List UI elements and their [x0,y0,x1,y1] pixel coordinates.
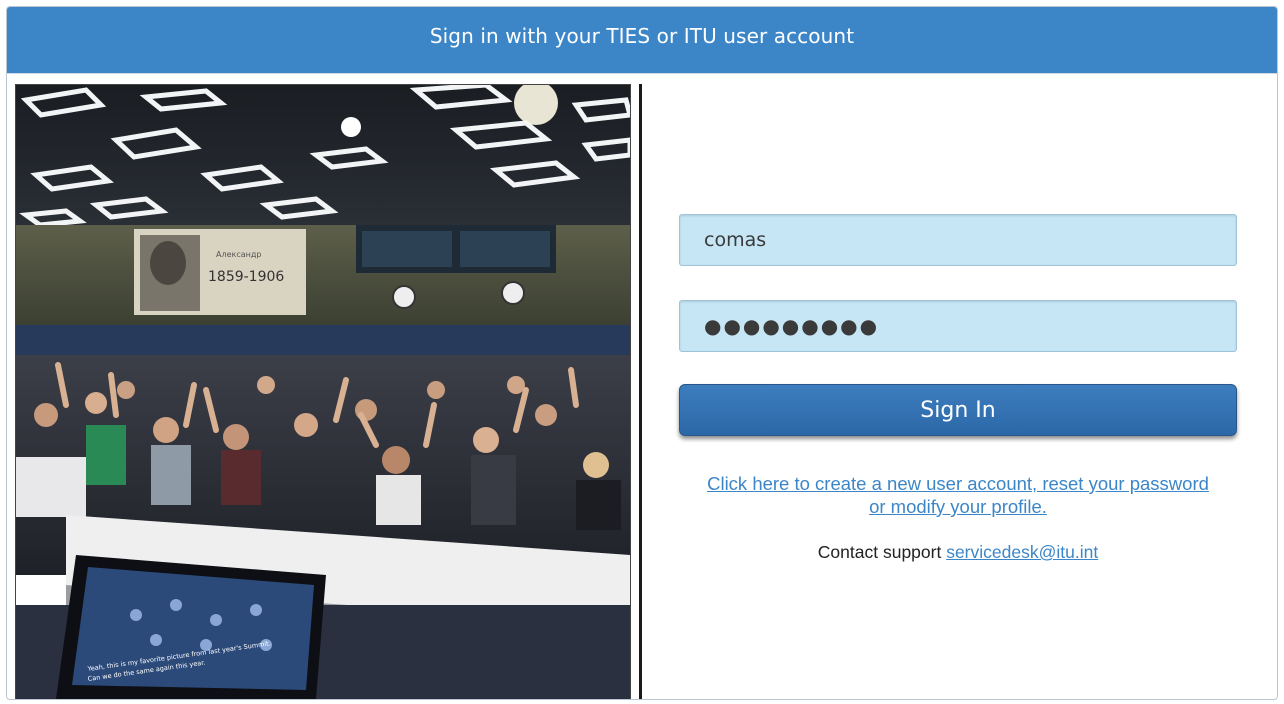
contact-support: Contact support servicedesk@itu.int [679,542,1237,563]
create-account-link[interactable]: Click here to create a new user account,… [698,472,1218,518]
conference-photo: Александр 1859-1906 Yeah, this is my fav… [15,84,631,699]
panel-divider [639,84,642,699]
conference-hall-image: Александр 1859-1906 Yeah, this is my fav… [16,85,630,699]
signin-form: Sign In Click here to create a new user … [679,74,1239,699]
header-title: Sign in with your TIES or ITU user accou… [429,24,855,48]
portrait-caption: 1859-1906 [208,269,284,285]
help-links: Click here to create a new user account,… [679,472,1237,563]
dialog-header: Sign in with your TIES or ITU user accou… [7,7,1277,73]
sign-in-button[interactable]: Sign In [679,384,1237,436]
dialog-content: Александр 1859-1906 Yeah, this is my fav… [7,73,1277,699]
username-input[interactable] [679,214,1237,266]
login-dialog: Sign in with your TIES or ITU user accou… [6,6,1278,700]
support-email-link[interactable]: servicedesk@itu.int [946,542,1098,562]
support-label: Contact support [817,542,947,562]
svg-text:Александр: Александр [216,250,261,259]
password-input[interactable] [679,300,1237,352]
